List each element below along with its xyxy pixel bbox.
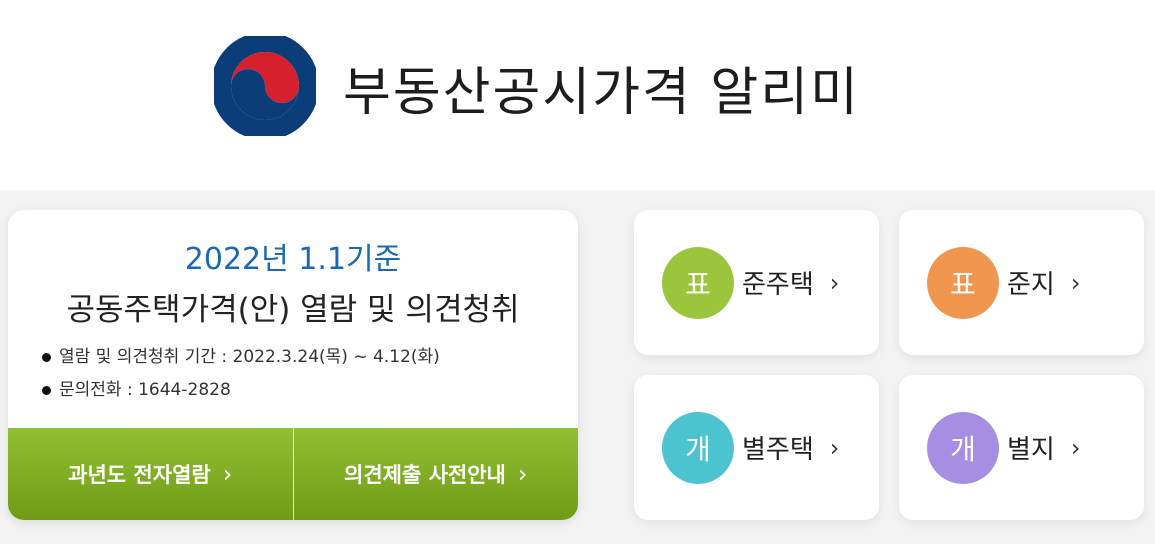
category-badge: 개 xyxy=(927,411,999,484)
individual-land-card[interactable]: 개 별지 › xyxy=(899,375,1144,520)
phone-label: 문의전화 : xyxy=(59,380,139,400)
chevron-right-icon: › xyxy=(517,460,528,488)
category-badge: 표 xyxy=(662,246,734,319)
period-label: 열람 및 의견청취 기간 : xyxy=(59,347,233,367)
bullet-icon xyxy=(42,385,51,395)
notice-period-item: 열람 및 의견청취 기간 : 2022.3.24(목) ~ 4.12(화) xyxy=(42,344,440,377)
site-title[interactable]: 부동산공시가격 알리미 xyxy=(343,50,860,125)
chevron-right-icon: › xyxy=(222,460,233,488)
notice-info-list: 열람 및 의견청취 기간 : 2022.3.24(목) ~ 4.12(화) 문의… xyxy=(42,344,440,410)
notice-title: 공동주택가격(안) 열람 및 의견청취 xyxy=(66,292,520,328)
category-badge: 개 xyxy=(662,411,734,484)
chevron-right-icon: › xyxy=(829,433,840,462)
chevron-right-icon: › xyxy=(1070,268,1081,297)
opinion-submission-label: 의견제출 사전안내 xyxy=(344,463,506,487)
notice-date: 2022년 1.1기준 xyxy=(184,242,402,277)
site-header: 부동산공시가격 알리미 xyxy=(0,0,1155,170)
category-label: 준주택 xyxy=(742,270,814,300)
phone-value: 1644-2828 xyxy=(138,380,231,400)
category-label: 준지 xyxy=(1007,270,1055,300)
individual-housing-card[interactable]: 개 별주택 › xyxy=(634,375,879,520)
past-year-viewing-button[interactable]: 과년도 전자열람 › xyxy=(8,428,293,520)
category-label: 별주택 xyxy=(742,435,814,465)
bullet-icon xyxy=(42,352,51,362)
notice-card: 2022년 1.1기준 공동주택가격(안) 열람 및 의견청취 열람 및 의견청… xyxy=(8,210,578,520)
notice-phone-item: 문의전화 : 1644-2828 xyxy=(42,377,440,410)
period-value: 2022.3.24(목) ~ 4.12(화) xyxy=(232,347,440,367)
past-year-viewing-label: 과년도 전자열람 xyxy=(68,463,211,487)
taegeuk-logo-icon[interactable] xyxy=(214,36,316,136)
opinion-submission-guide-button[interactable]: 의견제출 사전안내 › xyxy=(292,428,579,520)
chevron-right-icon: › xyxy=(1070,433,1081,462)
notice-button-bar: 과년도 전자열람 › 의견제출 사전안내 › xyxy=(8,428,578,520)
category-badge: 표 xyxy=(927,246,999,319)
standard-land-card[interactable]: 표 준지 › xyxy=(899,210,1144,355)
chevron-right-icon: › xyxy=(829,268,840,297)
standard-housing-card[interactable]: 표 준주택 › xyxy=(634,210,879,355)
category-label: 별지 xyxy=(1007,435,1055,465)
